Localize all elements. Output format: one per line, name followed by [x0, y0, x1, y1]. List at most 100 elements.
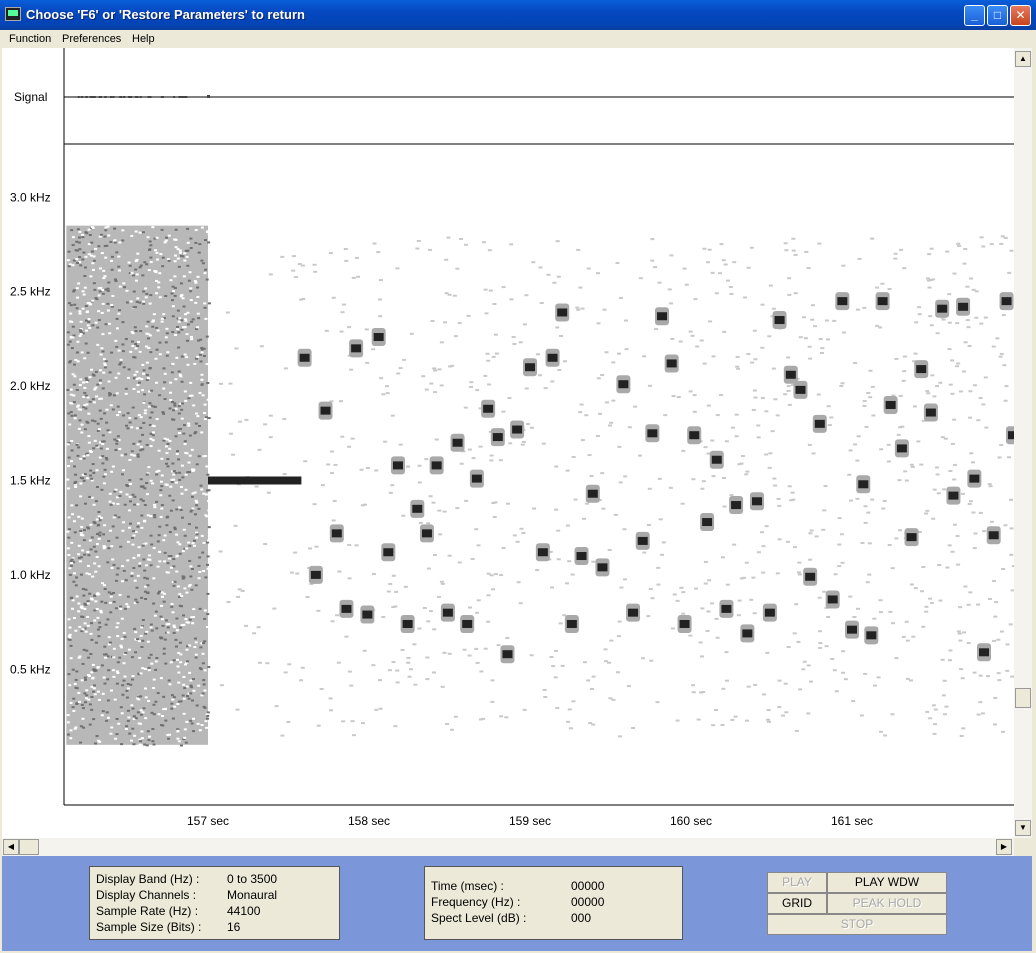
stop-button[interactable]: STOP [767, 914, 947, 935]
bg-speck [566, 720, 571, 723]
bg-speck [582, 661, 587, 664]
bg-speck [1008, 498, 1013, 501]
peak-hold-button[interactable]: PEAK HOLD [827, 893, 947, 914]
scroll-down-icon[interactable]: ▼ [1015, 820, 1031, 836]
noise-speck [110, 268, 114, 271]
noise-speck [136, 297, 140, 300]
bg-speck [626, 685, 631, 688]
noise-speck [69, 304, 73, 307]
noise-speck [85, 381, 89, 384]
grid-button[interactable]: GRID [767, 893, 827, 914]
bg-speck [982, 530, 987, 533]
noise-speck [171, 611, 175, 614]
play-window-button[interactable]: PLAY WDW [827, 872, 947, 893]
horizontal-scroll-thumb[interactable] [19, 839, 39, 855]
menu-preferences[interactable]: Preferences [62, 33, 121, 45]
bg-speck [1006, 456, 1011, 459]
noise-speck [73, 417, 77, 420]
syllable-mark [948, 491, 959, 500]
bg-speck [914, 321, 919, 324]
scroll-right-icon[interactable]: ▶ [996, 839, 1012, 855]
bg-speck [729, 494, 734, 497]
menu-help[interactable]: Help [132, 33, 155, 45]
minimize-button[interactable]: _ [964, 5, 985, 26]
bg-speck [567, 708, 572, 711]
bg-speck [945, 250, 950, 253]
syllable-mark [402, 619, 413, 628]
bg-speck [556, 275, 561, 278]
noise-speck [172, 659, 176, 662]
noise-speck [189, 247, 193, 250]
noise-speck [203, 640, 207, 643]
noise-speck [81, 236, 85, 239]
bg-speck [903, 470, 908, 473]
bg-speck [833, 573, 838, 576]
bg-speck [688, 634, 693, 637]
maximize-button[interactable]: □ [987, 5, 1008, 26]
bg-speck [679, 586, 684, 589]
bg-speck [488, 289, 493, 292]
spectrogram-plot[interactable]: 3.0 kHz2.5 kHz2.0 kHz1.5 kHz1.0 kHz0.5 k… [2, 48, 1014, 838]
bg-speck [588, 722, 593, 725]
bg-speck [576, 248, 581, 251]
horizontal-scrollbar[interactable]: ◀ ▶ [2, 838, 1014, 856]
noise-speck [136, 711, 140, 714]
bg-speck [425, 678, 430, 681]
noise-speck [83, 553, 87, 556]
app-icon[interactable] [5, 7, 21, 21]
noise-speck [139, 416, 143, 419]
noise-speck [82, 455, 86, 458]
menu-function[interactable]: Function [9, 33, 51, 45]
noise-speck [124, 651, 128, 654]
noise-speck [180, 328, 184, 331]
bg-speck [910, 465, 915, 468]
noise-speck [84, 255, 88, 258]
bg-speck [486, 594, 491, 597]
noise-speck [89, 653, 93, 656]
scroll-left-icon[interactable]: ◀ [3, 839, 19, 855]
noise-speck [111, 669, 115, 672]
vertical-scroll-thumb[interactable] [1015, 688, 1031, 708]
syllable-mark [483, 404, 494, 413]
noise-speck [183, 736, 187, 739]
close-button[interactable]: ✕ [1010, 5, 1031, 26]
bg-speck [458, 237, 463, 240]
bg-speck [235, 708, 240, 711]
scroll-up-icon[interactable]: ▲ [1015, 51, 1031, 67]
play-button[interactable]: PLAY [767, 872, 827, 893]
noise-speck [185, 660, 189, 663]
bg-speck [351, 276, 356, 279]
noise-speck [94, 247, 98, 250]
spectrogram-view[interactable]: 3.0 kHz 2.5 kHz 2.0 kHz 1.5 kHz 1.0 kHz 0.5 k… [2, 48, 1014, 838]
bg-speck [929, 324, 934, 327]
noise-speck [115, 392, 119, 395]
bg-speck [785, 540, 790, 543]
bg-speck [268, 436, 273, 439]
noise-speck [197, 684, 201, 687]
noise-speck [83, 602, 87, 605]
bg-speck [957, 632, 962, 635]
bg-speck [737, 599, 742, 602]
bg-speck [509, 243, 514, 246]
noise-speck [94, 370, 98, 373]
frequency-value: 00000 [571, 895, 605, 909]
bg-speck [913, 352, 918, 355]
noise-speck [147, 558, 151, 561]
bg-speck [843, 678, 848, 681]
vertical-scrollbar[interactable]: ▲ ▼ [1014, 48, 1032, 838]
noise-speck [90, 241, 94, 244]
bg-speck [623, 578, 628, 581]
noise-speck [143, 393, 147, 396]
noise-speck [99, 516, 103, 519]
noise-speck [144, 597, 148, 600]
bg-speck [751, 576, 756, 579]
noise-speck [200, 488, 204, 491]
noise-speck [94, 641, 98, 644]
noise-speck [136, 455, 140, 458]
bg-speck [839, 384, 844, 387]
bg-speck [530, 426, 535, 429]
bg-speck [305, 596, 310, 599]
bg-speck [582, 517, 587, 520]
syllable-mark [452, 438, 463, 447]
bg-speck [432, 628, 437, 631]
